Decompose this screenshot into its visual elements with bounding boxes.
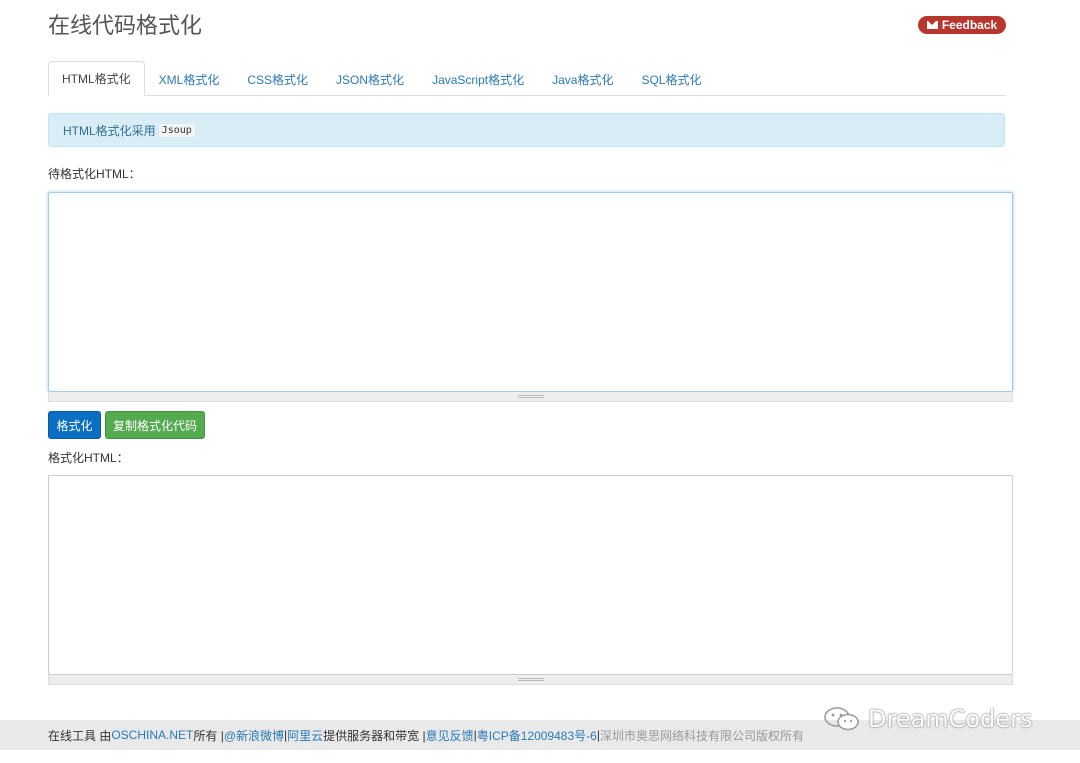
tab-xml[interactable]: XML格式化 — [145, 61, 234, 96]
tab-sql[interactable]: SQL格式化 — [627, 61, 715, 96]
tab-html[interactable]: HTML格式化 — [48, 61, 145, 96]
feedback-label: Feedback — [941, 18, 998, 32]
feedback-link[interactable]: 意见反馈 — [426, 727, 474, 744]
info-text: HTML格式化采用 — [63, 123, 156, 138]
grip-icon — [517, 678, 544, 681]
footer-prefix: 在线工具 由 — [48, 728, 112, 743]
output-editor — [48, 475, 1013, 685]
tab-json[interactable]: JSON格式化 — [322, 61, 418, 96]
tab-css[interactable]: CSS格式化 — [233, 61, 322, 96]
tab-javascript[interactable]: JavaScript格式化 — [418, 61, 538, 96]
input-editor — [48, 192, 1013, 402]
tab-bar: HTML格式化 XML格式化 CSS格式化 JSON格式化 JavaScript… — [48, 61, 1005, 96]
page-title: 在线代码格式化 — [48, 14, 203, 39]
input-label: 待格式化HTML： — [48, 167, 141, 181]
copyright-text: 深圳市奥思网络科技有限公司版权所有 — [599, 728, 804, 743]
grip-icon — [517, 395, 544, 398]
info-alert: HTML格式化采用 Jsoup — [48, 113, 1005, 147]
watermark: DreamCoders — [822, 704, 1032, 734]
wechat-icon — [824, 707, 859, 731]
mail-icon — [926, 21, 938, 29]
oschina-link[interactable]: OSCHINA.NET — [111, 728, 193, 742]
feedback-button[interactable]: Feedback — [918, 16, 1006, 34]
footer-provides: 提供服务器和带宽 | — [323, 728, 426, 743]
output-resize-handle[interactable] — [48, 675, 1013, 685]
input-textarea[interactable] — [48, 192, 1013, 392]
output-textarea[interactable] — [48, 475, 1013, 675]
icp-link[interactable]: 粤ICP备12009483号-6 — [477, 727, 597, 744]
code-chip: Jsoup — [158, 123, 195, 137]
output-label: 格式化HTML： — [48, 451, 129, 465]
aliyun-link[interactable]: 阿里云 — [287, 727, 323, 744]
weibo-link[interactable]: @新浪微博 — [224, 727, 284, 744]
copy-button[interactable]: 复制格式化代码 — [105, 411, 205, 439]
format-button[interactable]: 格式化 — [48, 411, 101, 439]
watermark-text: DreamCoders — [868, 705, 1033, 733]
input-resize-handle[interactable] — [48, 392, 1013, 402]
tab-java[interactable]: Java格式化 — [538, 61, 627, 96]
footer-owns: 所有 | — [193, 728, 224, 743]
